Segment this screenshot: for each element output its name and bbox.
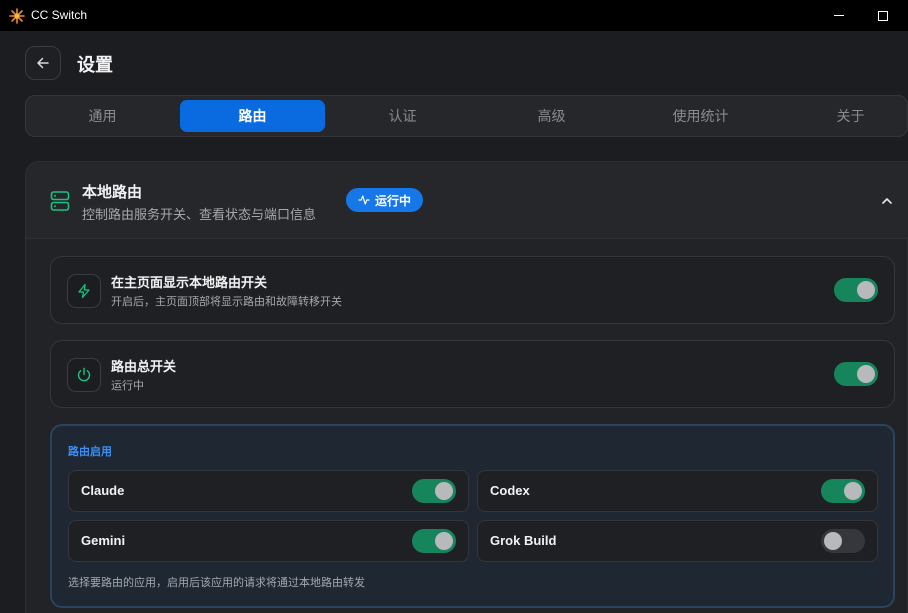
setting-description: 开启后，主页面顶部将显示路由和故障转移开关 [111,295,342,308]
lightning-icon [78,283,90,299]
routing-master-toggle[interactable] [834,362,878,386]
local-routing-card: 本地路由 控制路由服务开关、查看状态与端口信息 运行中 在主页面显示本地路由开关… [25,161,908,613]
setting-description: 运行中 [111,379,144,392]
show-routing-toggle[interactable] [834,278,878,302]
routing-enable-label: 路由启用 [68,445,112,458]
tab-usage-stats[interactable]: 使用统计 [628,100,773,132]
minimize-icon [834,15,844,16]
gemini-toggle[interactable] [412,529,456,553]
app-name: Grok Build [490,533,557,548]
server-icon [50,191,70,211]
app-row-grok-build: Grok Build [477,520,878,562]
claude-toggle[interactable] [412,479,456,503]
routing-enable-panel: 路由启用 Claude Codex Gemini Grok Build 选择要路… [50,424,895,608]
activity-icon [358,195,370,205]
app-name: Claude [81,483,125,498]
back-button[interactable] [25,46,61,80]
power-icon [77,367,91,382]
app-name: Codex [490,483,530,498]
section-title: 本地路由 [82,183,143,201]
row-icon-container [67,358,101,392]
settings-tabs: 通用 路由 认证 高级 使用统计 关于 [25,95,908,137]
app-name: Gemini [81,533,126,548]
routing-master-switch-row: 路由总开关 运行中 [50,340,895,408]
tab-general[interactable]: 通用 [30,100,175,132]
routing-hint: 选择要路由的应用，启用后该应用的请求将通过本地路由转发 [68,576,365,589]
section-subtitle: 控制路由服务开关、查看状态与端口信息 [82,208,317,223]
app-row-claude: Claude [68,470,469,512]
tab-auth[interactable]: 认证 [330,100,475,132]
tab-advanced[interactable]: 高级 [479,100,624,132]
title-bar: CC Switch [0,0,908,31]
settings-page: 设置 通用 路由 认证 高级 使用统计 关于 本地路由 控制路由服务开关、查看状… [0,31,908,613]
status-badge: 运行中 [346,188,423,212]
chevron-up-icon[interactable] [880,194,894,208]
app-row-gemini: Gemini [68,520,469,562]
row-icon-container [67,274,101,308]
page-title: 设置 [77,55,113,76]
status-label: 运行中 [374,193,411,208]
arrow-left-icon [37,57,49,69]
minimize-button[interactable] [816,0,862,31]
cc-switch-logo-icon [9,8,25,24]
maximize-button[interactable] [860,0,906,31]
grok-build-toggle[interactable] [821,529,865,553]
app-row-codex: Codex [477,470,878,512]
maximize-icon [878,10,888,21]
setting-title: 在主页面显示本地路由开关 [111,276,268,291]
tab-about[interactable]: 关于 [778,100,908,132]
setting-title: 路由总开关 [111,360,177,375]
codex-toggle[interactable] [821,479,865,503]
window-title: CC Switch [31,8,88,22]
tab-routing[interactable]: 路由 [180,100,325,132]
local-routing-header[interactable]: 本地路由 控制路由服务开关、查看状态与端口信息 运行中 [26,162,908,239]
show-routing-toggle-row: 在主页面显示本地路由开关 开启后，主页面顶部将显示路由和故障转移开关 [50,256,895,324]
